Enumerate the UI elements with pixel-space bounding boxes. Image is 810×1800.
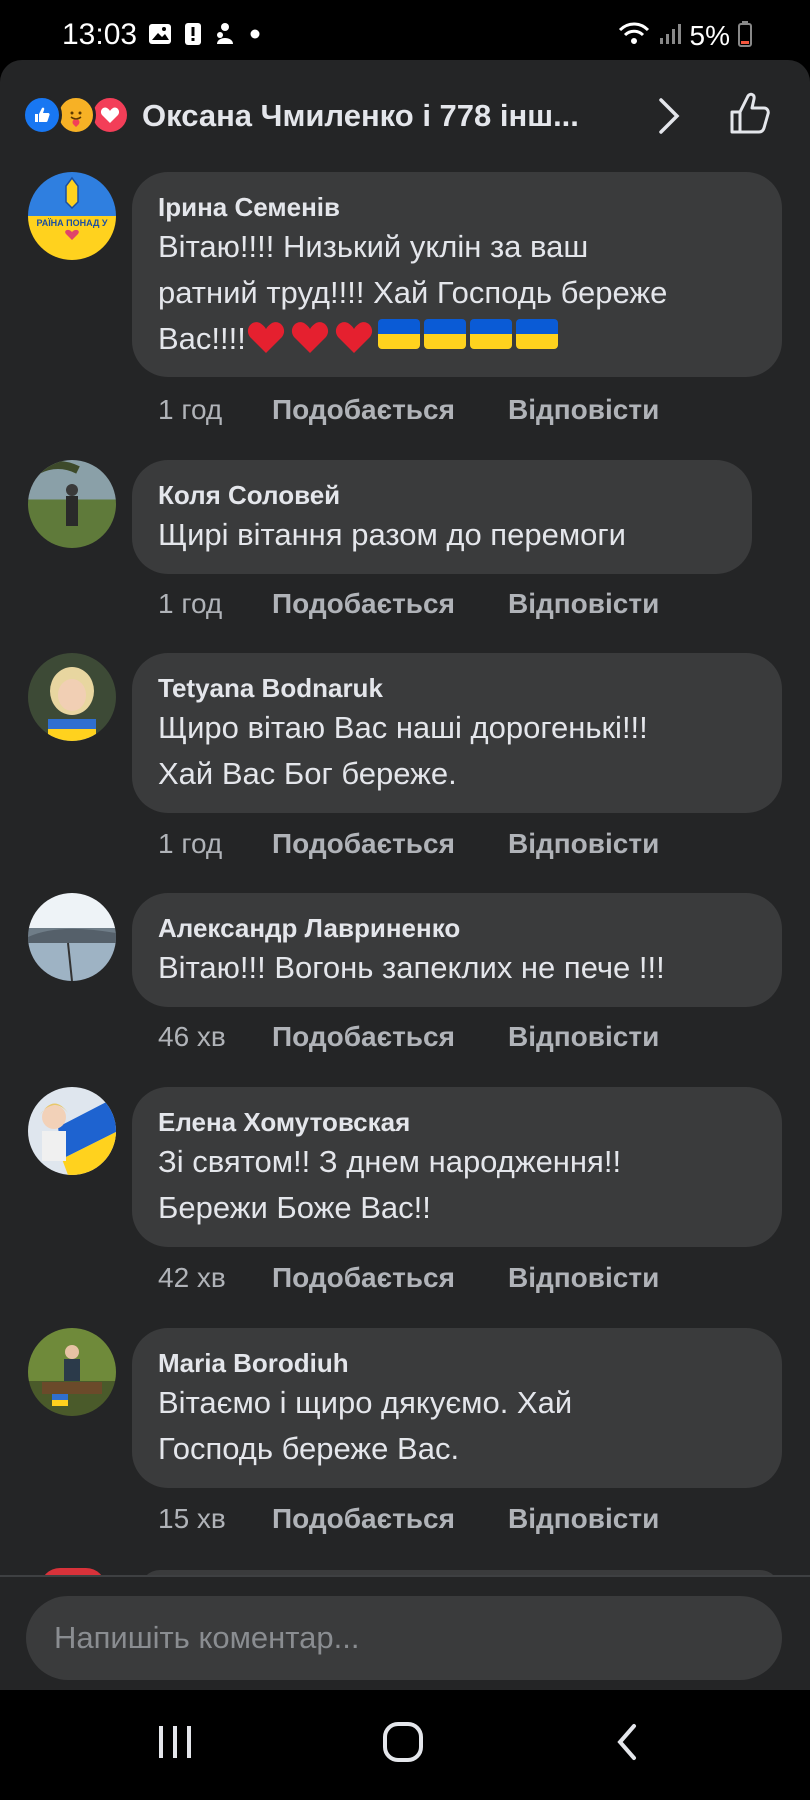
comment-like-button[interactable]: Подобається	[272, 588, 508, 620]
comment-actions: 1 год Подобається Відповісти	[158, 588, 659, 620]
comment-bubble[interactable]: Александр Лавриненко Вітаю!!! Вогонь зап…	[132, 893, 782, 1007]
recent-apps-icon[interactable]	[155, 1720, 197, 1769]
like-post-button[interactable]	[726, 90, 774, 143]
avatar[interactable]: РАЇНА ПОНАД У	[28, 172, 116, 260]
avatar-caption: РАЇНА ПОНАД У	[36, 218, 108, 228]
reactions-summary-bar[interactable]: Оксана Чмиленко і 778 інш...	[0, 60, 810, 170]
comment-like-button[interactable]: Подобається	[272, 828, 508, 860]
comment-bubble[interactable]: Ірина Семенів Вітаю!!!! Низький уклін за…	[132, 172, 782, 377]
comment-composer-area: Напишіть коментар...	[0, 1575, 810, 1690]
comment-time: 42 хв	[158, 1262, 226, 1293]
system-nav-bar	[0, 1690, 810, 1800]
comment-text: Щиро вітаю Вас наші дорогенькі!!! Хай Ва…	[158, 710, 648, 791]
home-icon[interactable]	[381, 1720, 425, 1769]
comment-reply-button[interactable]: Відповісти	[508, 394, 659, 426]
app-notification-icon	[214, 22, 236, 51]
love-reaction-icon	[90, 95, 130, 135]
comment-text: Вітаю!!! Вогонь запеклих не пече !!!	[158, 950, 665, 985]
reactors-summary-text[interactable]: Оксана Чмиленко і 778 інш...	[142, 98, 579, 134]
comment-text: Зі святом!! З днем народження!! Бережи Б…	[158, 1144, 622, 1225]
avatar[interactable]	[28, 1328, 116, 1416]
comment-text: Щирі вітання разом до перемоги	[158, 517, 626, 552]
comment-actions: 1 год Подобається Відповісти	[158, 394, 659, 426]
comment-input-placeholder: Напишіть коментар...	[54, 1620, 360, 1655]
comment-bubble[interactable]: Елена Хомутовская Зі святом!! З днем нар…	[132, 1087, 782, 1247]
reaction-icons-group	[22, 95, 140, 135]
comment-emojis	[246, 319, 558, 355]
comment-time: 1 год	[158, 588, 223, 619]
ukraine-flag-emoji-icon	[423, 319, 466, 349]
comment-text: Вітаємо і щиро дякуємо. Хай Господь бере…	[158, 1385, 573, 1466]
comment-author[interactable]: Tetyana Bodnaruk	[158, 671, 756, 705]
alert-notification-icon	[184, 22, 202, 51]
red-heart-emoji-icon	[246, 319, 286, 355]
comments-sheet: Оксана Чмиленко і 778 інш... РАЇНА ПОНАД…	[0, 60, 810, 1690]
ukraine-flag-emoji-icon	[377, 319, 420, 349]
signal-icon	[658, 22, 682, 51]
avatar[interactable]	[28, 893, 116, 981]
comment-time: 46 хв	[158, 1021, 226, 1052]
comment-actions: 42 хв Подобається Відповісти	[158, 1262, 659, 1294]
comment-like-button[interactable]: Подобається	[272, 1262, 508, 1294]
comment-input[interactable]: Напишіть коментар...	[26, 1596, 782, 1680]
comment-time: 15 хв	[158, 1503, 226, 1534]
ukraine-flag-emoji-icon	[515, 319, 558, 349]
battery-low-icon	[738, 20, 752, 52]
comment-author[interactable]: Елена Хомутовская	[158, 1105, 756, 1139]
comment-reply-button[interactable]: Відповісти	[508, 588, 659, 620]
comment-like-button[interactable]: Подобається	[272, 1503, 508, 1535]
comment-bubble[interactable]: Maria Borodiuh Вітаємо і щиро дякуємо. Х…	[132, 1328, 782, 1488]
comment-reply-button[interactable]: Відповісти	[508, 1021, 659, 1053]
comment-time: 1 год	[158, 828, 223, 859]
gallery-notification-icon	[148, 23, 172, 50]
comment-author[interactable]: Александр Лавриненко	[158, 911, 756, 945]
comment-like-button[interactable]: Подобається	[272, 394, 508, 426]
comment-actions: 15 хв Подобається Відповісти	[158, 1503, 659, 1535]
status-bar: 13:03 5%	[0, 0, 810, 60]
red-heart-emoji-icon	[334, 319, 374, 355]
comment-author[interactable]: Коля Соловей	[158, 478, 726, 512]
comment-author[interactable]: Ірина Семенів	[158, 190, 756, 224]
comment-reply-button[interactable]: Відповісти	[508, 1262, 659, 1294]
avatar[interactable]	[28, 1087, 116, 1175]
comment-reply-button[interactable]: Відповісти	[508, 1503, 659, 1535]
ukraine-flag-emoji-icon	[469, 319, 512, 349]
battery-percent: 5%	[689, 20, 730, 51]
chevron-right-icon[interactable]	[656, 96, 682, 141]
comment-like-button[interactable]: Подобається	[272, 1021, 508, 1053]
red-heart-emoji-icon	[290, 319, 330, 355]
comment-time: 1 год	[158, 394, 223, 425]
wifi-icon	[618, 21, 650, 52]
comment-bubble[interactable]: Коля Соловей Щирі вітання разом до перем…	[132, 460, 752, 574]
comment-bubble[interactable]: Tetyana Bodnaruk Щиро вітаю Вас наші дор…	[132, 653, 782, 813]
back-icon[interactable]	[612, 1720, 642, 1769]
avatar[interactable]	[28, 460, 116, 548]
like-reaction-icon	[22, 95, 62, 135]
avatar[interactable]	[28, 653, 116, 741]
comment-reply-button[interactable]: Відповісти	[508, 828, 659, 860]
more-notifications-dot-icon	[248, 27, 262, 46]
status-time: 13:03	[62, 18, 138, 51]
comment-actions: 46 хв Подобається Відповісти	[158, 1021, 659, 1053]
comment-actions: 1 год Подобається Відповісти	[158, 828, 659, 860]
care-reaction-icon	[56, 95, 96, 135]
comment-author[interactable]: Maria Borodiuh	[158, 1346, 756, 1380]
